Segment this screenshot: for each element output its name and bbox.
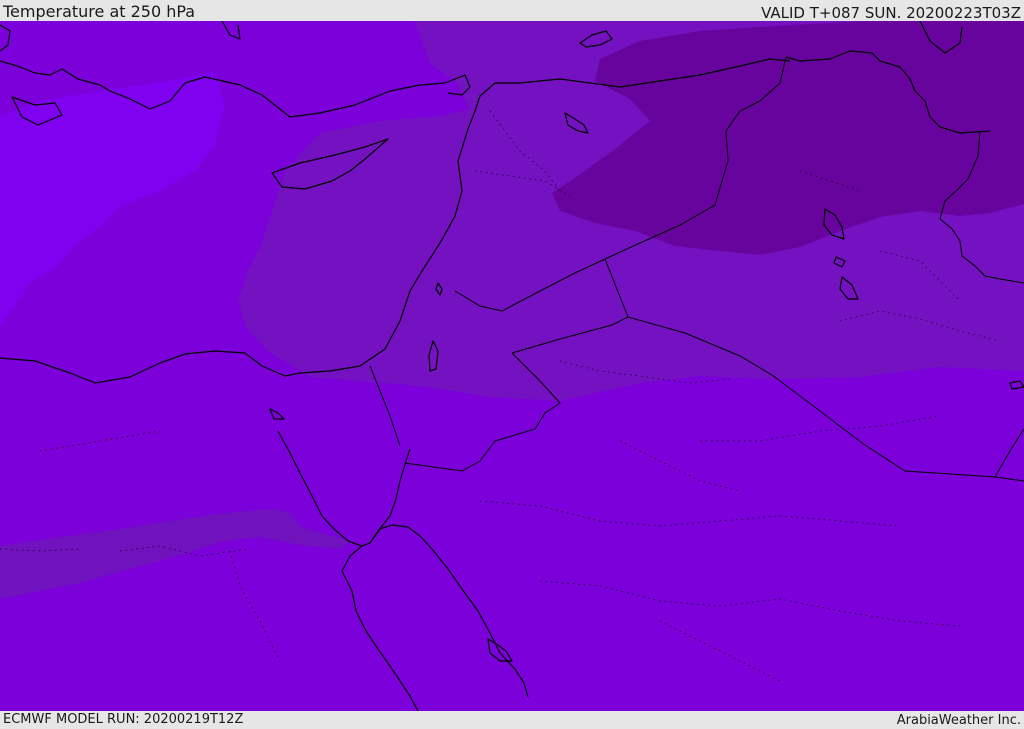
model-run: ECMWF MODEL RUN: 20200219T12Z xyxy=(3,712,244,727)
credit-label: ArabiaWeather Inc. xyxy=(896,713,1021,728)
valid-time: VALID T+087 SUN. 20200223T03Z xyxy=(761,4,1021,22)
map-title: Temperature at 250 hPa xyxy=(3,2,196,21)
title-bar: Temperature at 250 hPa VALID T+087 SUN. … xyxy=(0,0,1024,21)
temperature-map xyxy=(0,21,1024,711)
footer-bar: ECMWF MODEL RUN: 20200219T12Z ArabiaWeat… xyxy=(0,711,1024,729)
